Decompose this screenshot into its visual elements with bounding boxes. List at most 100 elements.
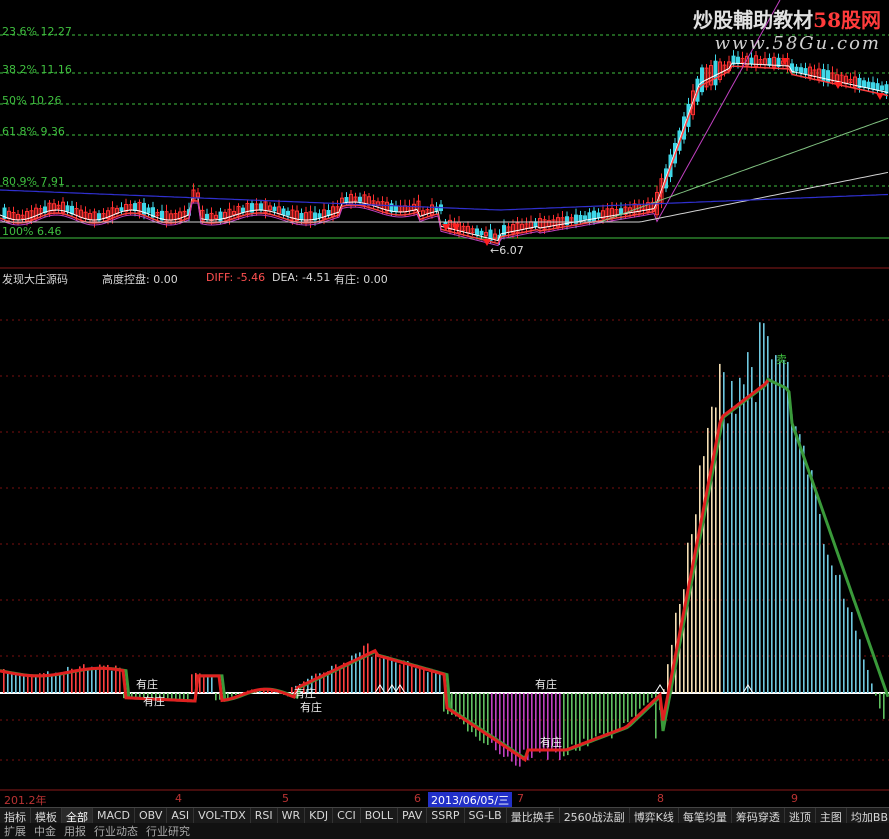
indicator-tab[interactable]: 全部 [62, 808, 93, 824]
histogram-bar [875, 693, 877, 696]
histogram-bar [87, 668, 89, 693]
date-axis-tick: 9 [791, 792, 798, 805]
indicator-tab[interactable]: 筹码穿透 [732, 808, 785, 824]
histogram-bar [839, 574, 841, 693]
indicator-tab[interactable]: OBV [135, 808, 168, 824]
histogram-bar [375, 653, 377, 693]
bottom-toolbar-item[interactable]: 扩展 [0, 823, 30, 839]
indicator-tab[interactable]: 量比换手 [507, 808, 560, 824]
watermark-site: 58股网 [813, 8, 881, 32]
indicator-tab[interactable]: 主图 [816, 808, 847, 824]
sell-signal: 卖 [776, 353, 787, 366]
histogram-bar [467, 693, 469, 732]
histogram-bar [739, 377, 741, 693]
candle-body [736, 56, 740, 64]
low-price-marker: ←6.07 [490, 244, 524, 257]
histogram-bar [435, 671, 437, 693]
bottom-toolbar-item[interactable]: 行业研究 [142, 823, 194, 839]
candle-body [794, 66, 799, 72]
histogram-bar [59, 672, 61, 693]
date-axis: 201.2年 4 5 6 2013/06/05/三 7 8 9 [0, 792, 889, 808]
histogram-bar [383, 658, 385, 693]
histogram-bar [363, 645, 365, 693]
candle-body [713, 60, 718, 86]
indicator-tab[interactable]: SSRP [427, 808, 465, 824]
ma-line-red [0, 65, 889, 245]
indicator-tab[interactable]: WR [278, 808, 306, 824]
candle-body [862, 80, 866, 88]
histogram-bar [31, 676, 33, 693]
indicator-tab[interactable]: CCI [333, 808, 361, 824]
youzhuang-annotation: 有庄 [143, 695, 165, 708]
histogram-bar [347, 662, 349, 693]
histogram-bar [387, 656, 389, 693]
indicator-header: 发现大庄源码 高度控盘: 0.00 DIFF: -5.46 DEA: -4.51… [0, 271, 889, 287]
histogram-bar [419, 667, 421, 693]
bottom-toolbar-item[interactable]: 行业动态 [90, 823, 142, 839]
ma-line-grey [0, 171, 889, 223]
histogram-bar [631, 693, 633, 717]
histogram-bar [207, 675, 209, 693]
date-cursor-label: 2013/06/05/三 [428, 792, 513, 808]
histogram-bar [523, 693, 525, 750]
indicator-tab[interactable]: 均加BBI [847, 808, 889, 824]
histogram-bar [583, 693, 585, 739]
candle-body [317, 213, 322, 218]
indicator-tab[interactable]: 模板 [31, 808, 62, 824]
histogram-bar [291, 687, 293, 693]
youzhuang-annotation: 有庄 [136, 678, 158, 691]
histogram-bar [587, 693, 589, 747]
histogram-bar [571, 693, 573, 745]
histogram-bar [531, 693, 533, 758]
histogram-bar [627, 693, 629, 723]
indicator-tab[interactable]: BOLL [361, 808, 398, 824]
histogram-bar [771, 359, 773, 693]
indicator-tab[interactable]: 逃顶 [785, 808, 816, 824]
indicator-tab[interactable]: 2560战法副 [560, 808, 630, 824]
histogram-bar [807, 474, 809, 693]
chart-canvas[interactable] [0, 0, 889, 839]
candle-body [749, 57, 754, 65]
histogram-bar [731, 380, 733, 693]
bottom-toolbar-item[interactable]: 用报 [60, 823, 90, 839]
histogram-bar [883, 693, 885, 719]
histogram-bar [711, 406, 713, 693]
histogram-bar [391, 659, 393, 693]
histogram-bar [803, 445, 805, 693]
histogram-bar [751, 367, 753, 693]
histogram-bar [703, 456, 705, 693]
indicator-name[interactable]: 发现大庄源码 [2, 271, 68, 287]
histogram-bar [823, 544, 825, 693]
histogram-bar [763, 323, 765, 693]
candle-body [299, 212, 304, 221]
candle-body [700, 67, 704, 93]
youzhuang-value: 有庄: 0.00 [334, 273, 388, 286]
fib-level-label: 61.8% 9.36 [2, 125, 65, 138]
histogram-bar [775, 355, 777, 693]
histogram-bar [643, 693, 645, 706]
indicator-tab[interactable]: PAV [398, 808, 428, 824]
candle-body [799, 67, 803, 73]
histogram-bar [399, 664, 401, 693]
indicator-tab[interactable]: SG-LB [465, 808, 507, 824]
bottom-toolbar-item[interactable]: 中金 [30, 823, 60, 839]
indicator-tab[interactable]: ASI [167, 808, 195, 824]
histogram-bar [591, 693, 593, 741]
histogram-bar [19, 674, 21, 693]
youzhuang-annotation: 有庄 [535, 678, 557, 691]
histogram-bar [211, 676, 213, 693]
histogram-bar [691, 534, 693, 693]
candle-body [583, 215, 587, 220]
indicator-tab[interactable]: RSI [251, 808, 278, 824]
watermark-title: 炒股輔助教材 [693, 8, 814, 32]
indicator-tab[interactable]: MACD [93, 808, 135, 824]
histogram-bar [707, 427, 709, 693]
indicator-tab[interactable]: KDJ [305, 808, 334, 824]
signal-line-red [0, 379, 770, 763]
indicator-tab[interactable]: VOL-TDX [194, 808, 251, 824]
indicator-tab[interactable]: 博弈K线 [630, 808, 679, 824]
candle-body [259, 203, 263, 211]
histogram-bar [371, 656, 373, 693]
indicator-tab[interactable]: 指标 [0, 808, 31, 824]
indicator-tab[interactable]: 每笔均量 [679, 808, 732, 824]
